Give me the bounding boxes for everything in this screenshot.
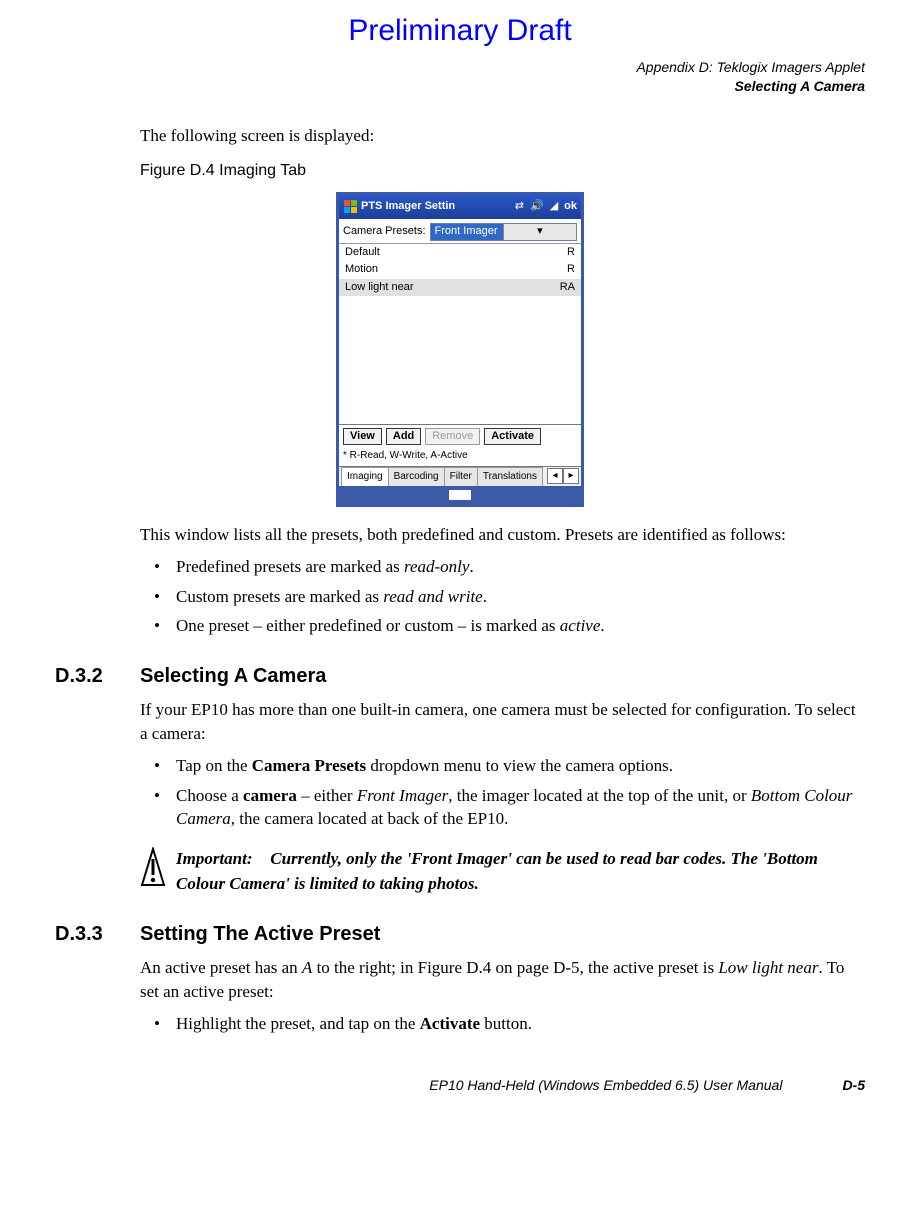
bullet-list-1: Predefined presets are marked as read-on…: [140, 555, 865, 638]
tab-barcoding[interactable]: Barcoding: [388, 467, 445, 486]
bullet-list-d33: Highlight the preset, and tap on the Act…: [140, 1012, 865, 1036]
tab-scroll-right-icon[interactable]: ▸: [563, 468, 579, 484]
legend-text: * R-Read, W-Write, A-Active: [339, 448, 581, 466]
camera-presets-value: Front Imager: [431, 224, 503, 239]
list-item[interactable]: Default R: [339, 244, 581, 261]
view-button[interactable]: View: [343, 428, 382, 445]
remove-button: Remove: [425, 428, 480, 445]
start-icon[interactable]: [343, 200, 357, 214]
list-item: Predefined presets are marked as read-on…: [140, 555, 865, 579]
chevron-down-icon[interactable]: ▾: [503, 224, 576, 239]
page-header: Appendix D: Teklogix Imagers Applet Sele…: [55, 58, 865, 96]
d32-paragraph: If your EP10 has more than one built-in …: [140, 698, 865, 746]
activate-button[interactable]: Activate: [484, 428, 541, 445]
important-label: Important:: [176, 847, 266, 872]
window-title: PTS Imager Settin: [361, 199, 511, 214]
list-item: One preset – either predefined or custom…: [140, 614, 865, 638]
signal-icon[interactable]: ◢: [550, 199, 558, 214]
add-button[interactable]: Add: [386, 428, 421, 445]
list-item: Choose a camera – either Front Imager, t…: [140, 784, 865, 832]
important-note: Important: Currently, only the 'Front Im…: [140, 847, 865, 896]
important-text: Currently, only the 'Front Imager' can b…: [176, 849, 818, 893]
list-item: Tap on the Camera Presets dropdown menu …: [140, 754, 865, 778]
preset-name: Default: [345, 245, 380, 260]
tab-bar: Imaging Barcoding Filter Translations ◂ …: [339, 466, 581, 486]
tab-imaging[interactable]: Imaging: [341, 467, 389, 486]
bullet-list-d32: Tap on the Camera Presets dropdown menu …: [140, 754, 865, 831]
presets-list[interactable]: Default R Motion R Low light near RA: [339, 244, 581, 424]
header-line-1: Appendix D: Teklogix Imagers Applet: [55, 58, 865, 77]
device-screenshot: PTS Imager Settin ⇄ 🔊 ◢ ok Camera Preset…: [336, 192, 584, 507]
figure-caption: Figure D.4 Imaging Tab: [140, 160, 865, 182]
section-title-d32: Selecting A Camera: [140, 662, 326, 690]
list-item: Highlight the preset, and tap on the Act…: [140, 1012, 865, 1036]
list-item[interactable]: Motion R: [339, 261, 581, 278]
camera-presets-label: Camera Presets:: [343, 224, 426, 239]
preset-flags: R: [567, 245, 575, 260]
list-item[interactable]: Low light near RA: [339, 279, 581, 296]
section-number-d33: D.3.3: [55, 920, 140, 948]
list-item: Custom presets are marked as read and wr…: [140, 585, 865, 609]
page-footer: EP10 Hand-Held (Windows Embedded 6.5) Us…: [55, 1076, 865, 1096]
preset-flags: R: [567, 262, 575, 277]
footer-manual-name: EP10 Hand-Held (Windows Embedded 6.5) Us…: [429, 1076, 782, 1096]
volume-icon[interactable]: 🔊: [530, 199, 544, 214]
preliminary-watermark: Preliminary Draft: [55, 10, 865, 52]
soft-key-bar: [339, 486, 581, 504]
after-figure-paragraph: This window lists all the presets, both …: [140, 523, 865, 547]
ok-button[interactable]: ok: [564, 199, 577, 214]
tab-translations[interactable]: Translations: [477, 467, 543, 486]
window-titlebar: PTS Imager Settin ⇄ 🔊 ◢ ok: [339, 195, 581, 219]
important-icon: [140, 847, 166, 887]
section-number-d32: D.3.2: [55, 662, 140, 690]
d33-paragraph: An active preset has an A to the right; …: [140, 956, 865, 1004]
figure-d4: PTS Imager Settin ⇄ 🔊 ◢ ok Camera Preset…: [55, 192, 865, 507]
tab-scroll-left-icon[interactable]: ◂: [547, 468, 563, 484]
header-line-2: Selecting A Camera: [55, 77, 865, 96]
tab-filter[interactable]: Filter: [444, 467, 478, 486]
preset-name: Low light near: [345, 280, 414, 295]
section-title-d33: Setting The Active Preset: [140, 920, 380, 948]
keyboard-icon[interactable]: [449, 490, 471, 500]
footer-page-number: D-5: [842, 1076, 865, 1096]
preset-flags: RA: [560, 280, 575, 295]
preset-name: Motion: [345, 262, 378, 277]
camera-presets-dropdown[interactable]: Front Imager ▾: [430, 223, 577, 241]
network-icon[interactable]: ⇄: [515, 199, 524, 214]
intro-text: The following screen is displayed:: [140, 124, 865, 148]
